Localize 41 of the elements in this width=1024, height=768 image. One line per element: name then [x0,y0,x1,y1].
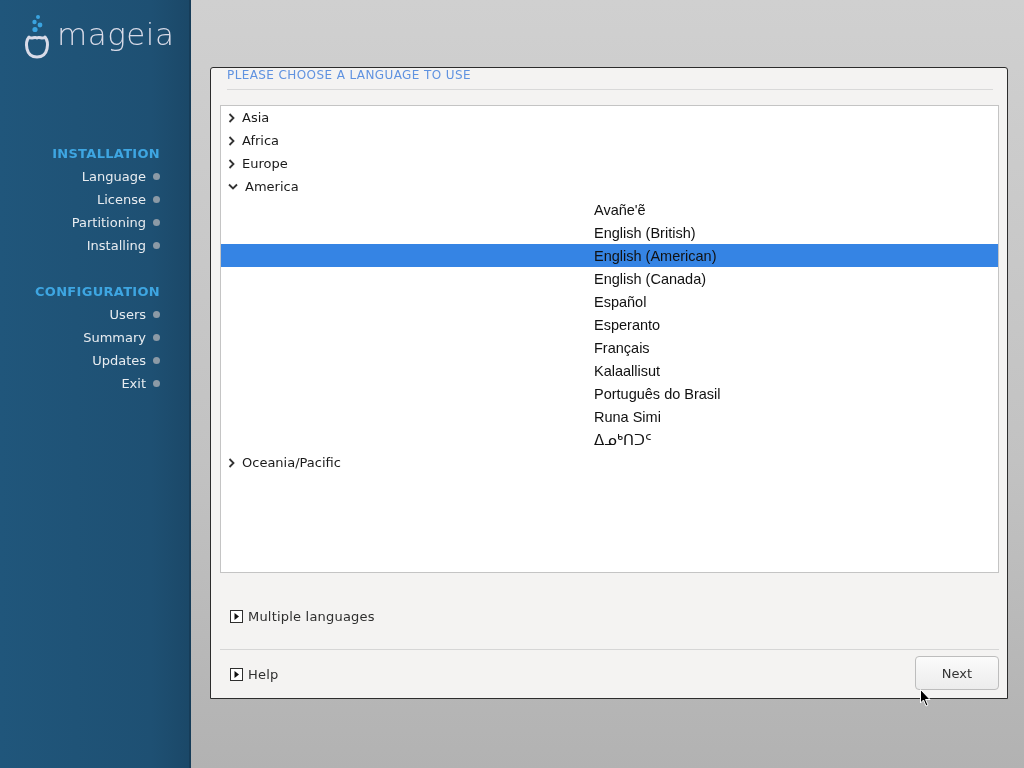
step-label: Partitioning [71,215,146,230]
section-heading: INSTALLATION [52,145,160,163]
tree-category[interactable]: America [221,175,299,198]
tree-category[interactable]: Africa [221,129,280,152]
tree-category[interactable]: Oceania/Pacific [221,451,341,474]
step-dot-icon [153,380,160,387]
step-label: License [97,192,146,207]
help-expander[interactable]: Help [220,662,279,686]
step-label: Exit [121,376,146,391]
language-option[interactable]: Español [221,290,998,313]
step-dot-icon [153,173,160,180]
language-option[interactable]: Esperanto [221,313,998,336]
language-option[interactable]: English (Canada) [221,267,998,290]
step-label: Language [81,169,146,184]
language-option[interactable]: English (British) [221,221,998,244]
step-dot-icon [153,311,160,318]
language-option[interactable]: Kalaallisut [221,359,998,382]
next-button[interactable]: Next [915,656,999,690]
language-option[interactable]: ᐃᓄᒃᑎᑐᑦ [221,428,998,451]
language-option[interactable]: English (American) [221,244,998,267]
step-dot-icon [153,357,160,364]
step-label: Summary [83,330,146,345]
step-dot-icon [153,334,160,341]
multiple-languages-expander[interactable]: Multiple languages [220,605,375,628]
logo-wordmark: mageia [57,16,175,54]
step-label: Updates [92,353,146,368]
tree-category[interactable]: Europe [221,152,288,175]
step-dot-icon [153,219,160,226]
language-option[interactable]: Avañe'ẽ [221,198,998,221]
language-option[interactable]: Runa Simi [221,405,998,428]
step-label: Users [109,307,146,322]
cauldron-logo-icon [23,14,51,60]
tree-category[interactable]: Asia [221,106,270,129]
mouse-pointer-icon [920,689,931,707]
language-option[interactable]: Français [221,336,998,359]
language-option[interactable]: Português do Brasil [221,382,998,405]
step-label: Installing [86,238,146,253]
section-heading: CONFIGURATION [35,283,160,301]
step-dot-icon [153,196,160,203]
panel-title: PLEASE CHOOSE A LANGUAGE TO USE [227,68,471,83]
step-dot-icon [153,242,160,249]
